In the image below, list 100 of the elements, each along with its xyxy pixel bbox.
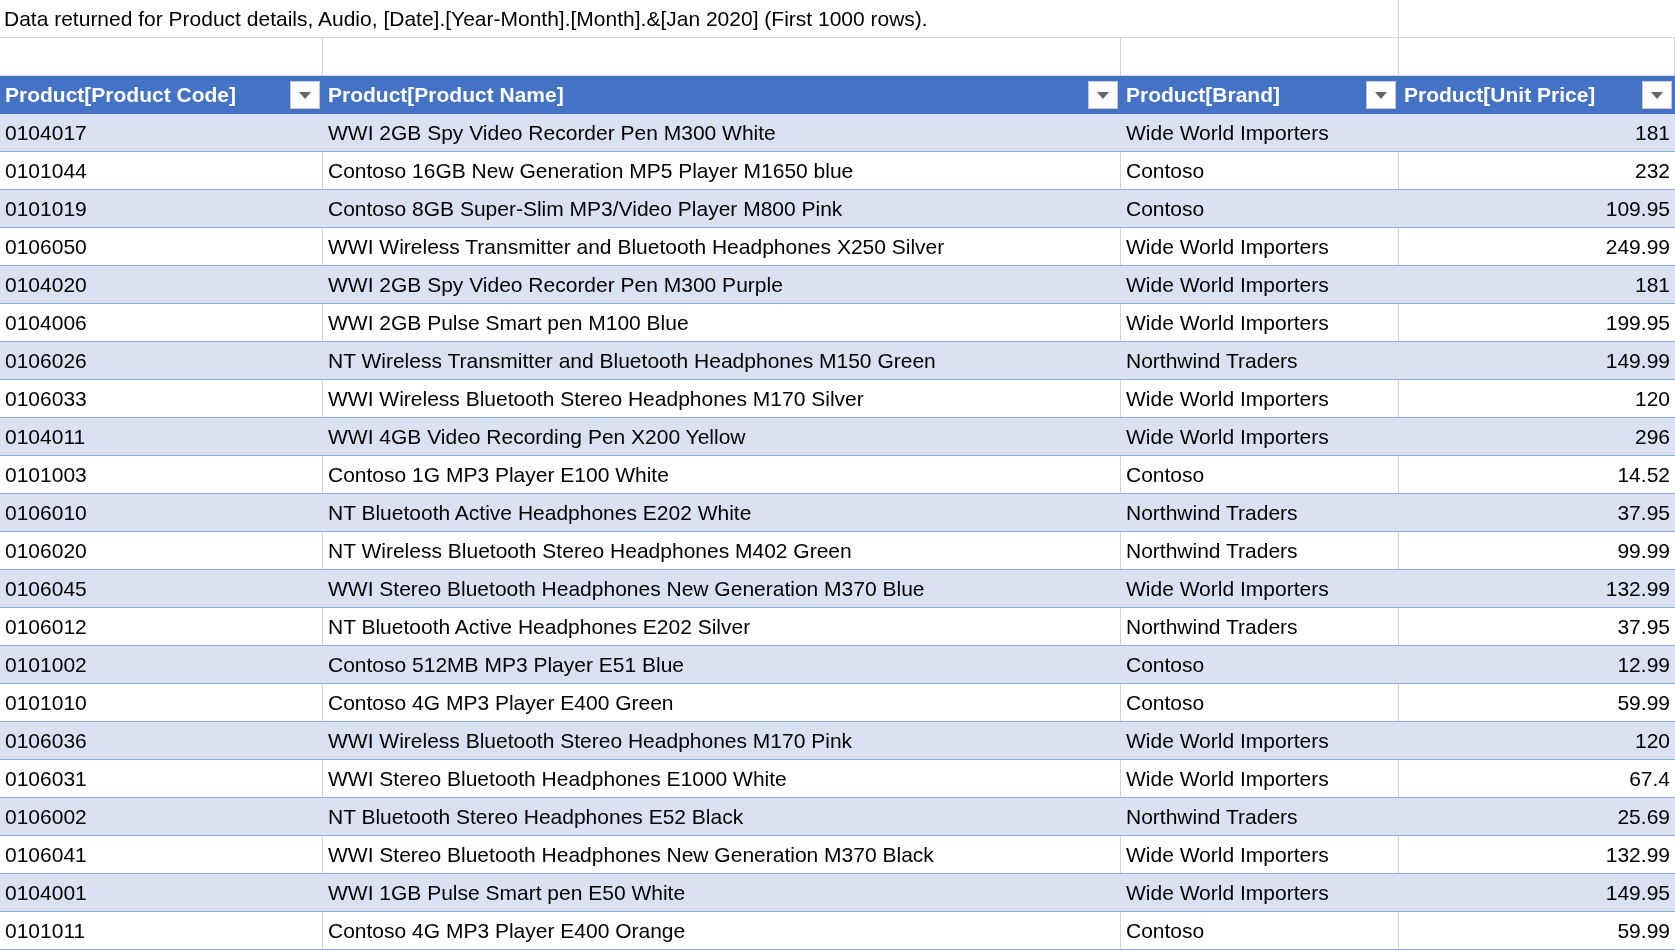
table-cell-text: 232 xyxy=(1634,157,1670,184)
table-cell-text: 59.99 xyxy=(1617,689,1670,716)
table-cell-text: Contoso 4G MP3 Player E400 Orange xyxy=(328,917,686,944)
caret-icon xyxy=(1375,91,1387,99)
caret-icon xyxy=(1097,91,1109,99)
table-cell-text: 0104017 xyxy=(5,119,87,146)
table-cell-text: Wide World Importers xyxy=(1126,385,1329,412)
table-cell-text: 99.99 xyxy=(1617,537,1670,564)
table-cell-text: WWI 2GB Pulse Smart pen M100 Blue xyxy=(328,309,689,336)
table-cell-text: 149.95 xyxy=(1605,879,1670,906)
table-cell-text: 181 xyxy=(1634,271,1670,298)
table-cell-text: 12.99 xyxy=(1617,651,1670,678)
table-cell-text: 296 xyxy=(1634,423,1670,450)
table-cell-text: 59.99 xyxy=(1617,917,1670,944)
filter-dropdown-button[interactable] xyxy=(1642,81,1672,109)
query-caption: Data returned for Product details, Audio, [Date].[Year-Month].[Month].&[Jan 2020] (First 1000 rows). xyxy=(4,5,928,32)
table-cell-text: NT Wireless Transmitter and Bluetooth Headphones M150 Green xyxy=(328,347,936,374)
table-cell-text: Contoso 4G MP3 Player E400 Green xyxy=(328,689,674,716)
caret-icon xyxy=(299,91,311,99)
table-cell-text: Contoso 16GB New Generation MP5 Player M1650 blue xyxy=(328,157,854,184)
table-cell-text: WWI 1GB Pulse Smart pen E50 White xyxy=(328,879,686,906)
table-cell-text: Northwind Traders xyxy=(1126,347,1298,374)
table-cell-text: Contoso 1G MP3 Player E100 White xyxy=(328,461,669,488)
table-cell-text: Wide World Importers xyxy=(1126,119,1329,146)
table-cell-text: 199.95 xyxy=(1605,309,1670,336)
table-cell-text: Contoso xyxy=(1126,689,1205,716)
table-cell-text: 0104020 xyxy=(5,271,87,298)
table-cell-text: 0101010 xyxy=(5,689,87,716)
table-cell-text: Contoso xyxy=(1126,157,1205,184)
table-cell-text: 120 xyxy=(1634,385,1670,412)
table-cell-text: WWI Stereo Bluetooth Headphones E1000 White xyxy=(328,765,787,792)
table-cell-text: Wide World Importers xyxy=(1126,423,1329,450)
table-cell-text: 14.52 xyxy=(1617,461,1670,488)
filter-dropdown-button[interactable] xyxy=(290,81,320,109)
table-cell-text: 25.69 xyxy=(1617,803,1670,830)
column-header-label: Product[Brand] xyxy=(1126,82,1280,109)
table-cell-text: NT Bluetooth Active Headphones E202 White xyxy=(328,499,752,526)
table-cell-text: WWI Stereo Bluetooth Headphones New Generation M370 Blue xyxy=(328,575,925,602)
table-cell-text: Wide World Importers xyxy=(1126,841,1329,868)
table-cell-text: 149.99 xyxy=(1605,347,1670,374)
table-cell-text: Contoso 512MB MP3 Player E51 Blue xyxy=(328,651,685,678)
table-cell-text: Wide World Importers xyxy=(1126,879,1329,906)
table-cell-text: 0106033 xyxy=(5,385,87,412)
table-cell-text: 0104006 xyxy=(5,309,87,336)
table-cell-text: NT Bluetooth Stereo Headphones E52 Black xyxy=(328,803,744,830)
table-cell-text: Contoso xyxy=(1126,651,1205,678)
table-cell-text: WWI 2GB Spy Video Recorder Pen M300 Purple xyxy=(328,271,783,298)
table-cell-text: 0106050 xyxy=(5,233,87,260)
table-cell-text: 37.95 xyxy=(1617,613,1670,640)
table-cell-text: Northwind Traders xyxy=(1126,613,1298,640)
table-cell-text: 181 xyxy=(1634,119,1670,146)
table-cell-text: 0106010 xyxy=(5,499,87,526)
table-cell-text: Wide World Importers xyxy=(1126,233,1329,260)
table-cell-text: 0104011 xyxy=(5,423,86,450)
table-cell-text: 67.4 xyxy=(1629,765,1670,792)
table-cell-text: Wide World Importers xyxy=(1126,271,1329,298)
caret-icon xyxy=(1651,91,1663,99)
table-cell-text: Wide World Importers xyxy=(1126,765,1329,792)
table-cell-text: 0101019 xyxy=(5,195,87,222)
table-cell-text: 0106026 xyxy=(5,347,87,374)
table-cell-text: WWI Stereo Bluetooth Headphones New Generation M370 Black xyxy=(328,841,934,868)
table-cell-text: Northwind Traders xyxy=(1126,803,1298,830)
table-cell-text: 0101002 xyxy=(5,651,87,678)
table-cell-text: 0106041 xyxy=(5,841,87,868)
table-cell-text: 0106012 xyxy=(5,613,87,640)
table-cell-text: 0106036 xyxy=(5,727,87,754)
column-header-label: Product[Product Name] xyxy=(328,82,564,109)
table-cell-text: 0106031 xyxy=(5,765,87,792)
table-cell-text: Contoso 8GB Super-Slim MP3/Video Player M800 Pink xyxy=(328,195,843,222)
table-cell-text: NT Wireless Bluetooth Stereo Headphones M402 Green xyxy=(328,537,852,564)
table-cell-text: 0106002 xyxy=(5,803,87,830)
filter-dropdown-button[interactable] xyxy=(1088,81,1118,109)
table-cell-text: 0101003 xyxy=(5,461,87,488)
table-cell-text: 0106045 xyxy=(5,575,87,602)
column-header-label: Product[Unit Price] xyxy=(1404,82,1596,109)
table-cell-text: 249.99 xyxy=(1605,233,1670,260)
table-cell-text: WWI Wireless Transmitter and Bluetooth Headphones X250 Silver xyxy=(328,233,945,260)
table-cell-text: 37.95 xyxy=(1617,499,1670,526)
table-cell-text: Contoso xyxy=(1126,195,1205,222)
table-cell-text: Northwind Traders xyxy=(1126,537,1298,564)
table-cell-text: Contoso xyxy=(1126,461,1205,488)
table-cell-text: 0101044 xyxy=(5,157,87,184)
table-cell-text: 0106020 xyxy=(5,537,87,564)
table-cell-text: 132.99 xyxy=(1605,841,1670,868)
table-cell-text: Wide World Importers xyxy=(1126,575,1329,602)
table-cell-text: 120 xyxy=(1634,727,1670,754)
table-cell-text: Northwind Traders xyxy=(1126,499,1298,526)
table-cell-text: 132.99 xyxy=(1605,575,1670,602)
table-cell-text: WWI Wireless Bluetooth Stereo Headphones M170 Silver xyxy=(328,385,864,412)
table-cell-text: WWI 2GB Spy Video Recorder Pen M300 White xyxy=(328,119,776,146)
table-cell-text: NT Bluetooth Active Headphones E202 Silver xyxy=(328,613,751,640)
table-cell-text: WWI 4GB Video Recording Pen X200 Yellow xyxy=(328,423,746,450)
table-cell-text: 0101011 xyxy=(5,917,86,944)
filter-dropdown-button[interactable] xyxy=(1366,81,1396,109)
column-header-label: Product[Product Code] xyxy=(5,82,236,109)
table-cell-text: Contoso xyxy=(1126,917,1205,944)
table-cell-text: Wide World Importers xyxy=(1126,727,1329,754)
table-cell-text: 109.95 xyxy=(1605,195,1670,222)
table-cell-text: WWI Wireless Bluetooth Stereo Headphones M170 Pink xyxy=(328,727,853,754)
table-cell-text: 0104001 xyxy=(5,879,87,906)
